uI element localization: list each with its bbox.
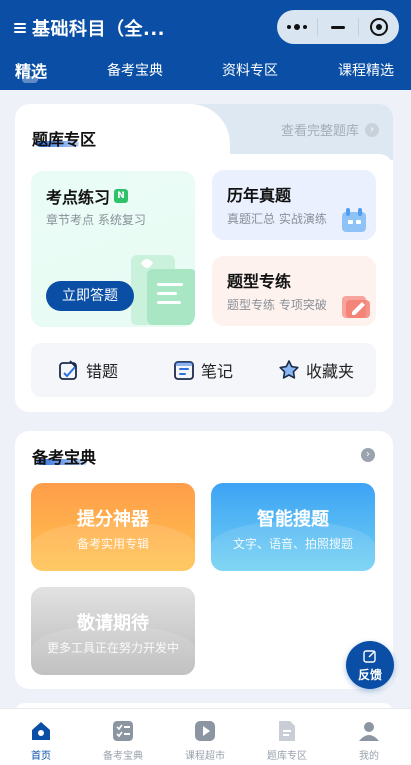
type-drill-title: 题型专练 bbox=[227, 272, 292, 291]
favorites-label: 收藏夹 bbox=[306, 362, 355, 381]
past-exams-title: 历年真题 bbox=[227, 186, 292, 205]
prep-guide-card: 备考宝典 › 提分神器 备考实用专辑 智能搜题 文字、语音、拍照搜题 敬请期待 … bbox=[15, 431, 393, 689]
nav-home[interactable]: 首页 bbox=[0, 709, 82, 765]
minimize-icon bbox=[331, 25, 345, 29]
chevron-right-icon: › bbox=[365, 122, 379, 137]
past-exams-card[interactable]: 历年真题 真题汇总 实战演练 bbox=[212, 170, 376, 240]
coming-soon-card: 敬请期待 更多工具正在努力开发中 bbox=[31, 587, 195, 675]
top-header: 基础科目（全... 精选 备考宝典 资料专区 课程精选 bbox=[0, 0, 411, 90]
score-booster-card[interactable]: 提分神器 备考实用专辑 bbox=[31, 483, 195, 571]
nav-question-bank[interactable]: 题库专区 bbox=[246, 709, 328, 765]
title-row[interactable]: 基础科目（全... bbox=[14, 14, 165, 42]
nav-home-label: 首页 bbox=[31, 751, 51, 762]
topic-practice-subtitle: 章节考点 系统复习 bbox=[46, 213, 146, 227]
checklist-icon bbox=[113, 721, 133, 741]
close-target-icon bbox=[370, 18, 388, 36]
edit-pencil-icon bbox=[342, 296, 370, 318]
more-dots-icon bbox=[287, 24, 307, 30]
nav-profile[interactable]: 我的 bbox=[328, 709, 410, 765]
subject-title[interactable]: 基础科目（全... bbox=[32, 15, 165, 41]
nav-profile-label: 我的 bbox=[359, 751, 379, 762]
nav-course-market[interactable]: 课程超市 bbox=[164, 709, 246, 765]
bottom-navigation: 首页 备考宝典 课程超市 题库专区 我的 bbox=[0, 708, 411, 765]
calendar-icon bbox=[342, 208, 366, 232]
document-icon bbox=[279, 721, 295, 741]
mini-program-capsule bbox=[277, 10, 399, 44]
notes-button[interactable]: 笔记 bbox=[173, 343, 233, 397]
feedback-edit-icon bbox=[363, 650, 376, 663]
chevron-right-icon[interactable]: › bbox=[361, 448, 375, 462]
score-booster-title: 提分神器 bbox=[77, 509, 149, 530]
more-options-button[interactable] bbox=[277, 10, 317, 44]
coming-soon-title: 敬请期待 bbox=[77, 613, 149, 634]
nav-prep-guide[interactable]: 备考宝典 bbox=[82, 709, 164, 765]
wrong-questions-button[interactable]: 错题 bbox=[58, 343, 118, 397]
notes-icon bbox=[174, 361, 194, 380]
start-answering-button[interactable]: 立即答题 bbox=[46, 281, 134, 311]
feedback-label: 反馈 bbox=[357, 668, 382, 682]
star-icon bbox=[279, 360, 299, 379]
nav-prep-guide-label: 备考宝典 bbox=[103, 751, 143, 762]
quick-actions-bar: 错题 笔记 收藏夹 bbox=[31, 343, 376, 397]
type-drill-subtitle: 题型专练 专项突破 bbox=[227, 298, 327, 312]
tab-materials[interactable]: 资料专区 bbox=[222, 60, 278, 80]
coming-soon-subtitle: 更多工具正在努力开发中 bbox=[46, 641, 179, 655]
score-booster-subtitle: 备考实用专辑 bbox=[76, 537, 149, 551]
user-icon bbox=[359, 722, 379, 741]
notes-label: 笔记 bbox=[201, 362, 234, 381]
tab-courses[interactable]: 课程精选 bbox=[338, 60, 394, 80]
tab-prep-guide[interactable]: 备考宝典 bbox=[107, 60, 163, 80]
smart-search-card[interactable]: 智能搜题 文字、语音、拍照搜题 bbox=[211, 483, 375, 571]
smart-search-subtitle: 文字、语音、拍照搜题 bbox=[232, 537, 353, 551]
topic-practice-title: 考点练习 bbox=[46, 188, 111, 207]
wrong-question-icon bbox=[59, 360, 77, 380]
question-bank-card: 题库专区 查看完整题库 › 考点练习 N 章节考点 系统复习 立即答题 历年真题… bbox=[15, 104, 393, 412]
topic-practice-title-row: 考点练习 N bbox=[46, 184, 129, 208]
list-menu-icon[interactable] bbox=[14, 21, 28, 35]
header-base-shape bbox=[15, 154, 393, 168]
prep-guide-title: 备考宝典 bbox=[32, 448, 97, 467]
minimize-button[interactable] bbox=[318, 10, 358, 44]
favorites-button[interactable]: 收藏夹 bbox=[278, 343, 354, 397]
type-drill-card[interactable]: 题型专练 题型专练 专项突破 bbox=[212, 256, 376, 326]
question-bank-title: 题库专区 bbox=[32, 130, 97, 149]
new-badge: N bbox=[114, 189, 129, 203]
nav-question-bank-label: 题库专区 bbox=[267, 751, 307, 762]
smart-search-title: 智能搜题 bbox=[257, 509, 329, 530]
nav-course-market-label: 课程超市 bbox=[185, 751, 225, 762]
wrong-questions-label: 错题 bbox=[86, 362, 119, 381]
active-tab-indicator bbox=[22, 76, 38, 83]
feedback-button[interactable]: 反馈 bbox=[346, 641, 394, 689]
close-program-button[interactable] bbox=[359, 10, 399, 44]
document-illustration-icon bbox=[131, 255, 195, 325]
view-full-bank-link[interactable]: 查看完整题库 › bbox=[281, 120, 379, 139]
topic-practice-card[interactable]: 考点练习 N 章节考点 系统复习 立即答题 bbox=[31, 171, 195, 327]
home-icon bbox=[32, 722, 50, 740]
past-exams-subtitle: 真题汇总 实战演练 bbox=[227, 212, 327, 226]
play-icon bbox=[195, 721, 215, 741]
top-tabs: 精选 备考宝典 资料专区 课程精选 bbox=[0, 56, 411, 86]
view-full-bank-label: 查看完整题库 bbox=[280, 124, 359, 139]
